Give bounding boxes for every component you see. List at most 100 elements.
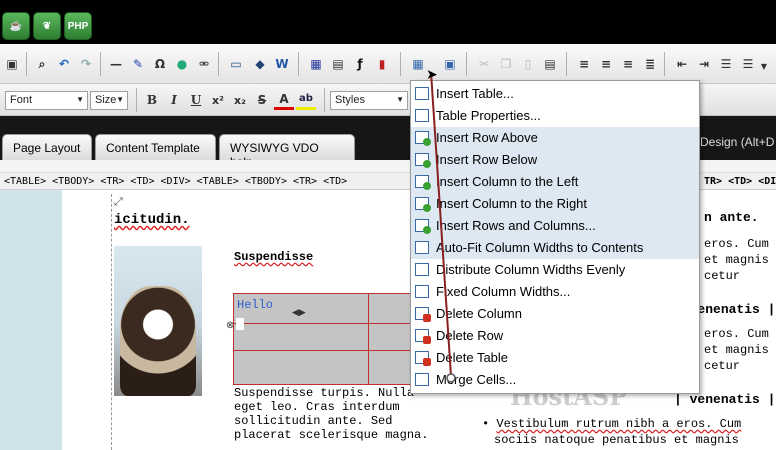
para-line: Suspendisse turpis. Nulla [234, 386, 415, 400]
chevron-down-icon: ▼ [116, 95, 124, 104]
font-color-button[interactable]: A [274, 90, 294, 110]
toolbar-row-1: ▣ ⌕ ↶ ↷ — ✎ Ω ● ⚮ ▭ ◆ W ▦ ▤ ƒ ▮ ▦ ▣ ✂ ❐ … [0, 44, 776, 84]
align-right-icon[interactable]: ≡ [618, 54, 638, 74]
para-line: eros. Cum [704, 237, 769, 251]
outdent-icon[interactable]: ⇤ [672, 54, 692, 74]
guide-line [111, 194, 112, 450]
italic-button[interactable]: I [164, 90, 184, 110]
undo-icon[interactable]: ↶ [54, 54, 74, 74]
cursor-icon: ➤ [426, 66, 438, 82]
media-icon[interactable]: ▮ [372, 54, 392, 74]
heading-right: n ante. [704, 210, 759, 225]
menu-item-label: Auto-Fit Column Widths to Contents [436, 240, 644, 255]
row-resize-icon[interactable]: ⊗ [226, 320, 234, 331]
chevron-down-icon[interactable]: ▼ [758, 56, 770, 76]
separator [218, 52, 219, 76]
font-select[interactable]: Font ▼ [5, 91, 88, 110]
bullet-list-icon[interactable]: ☰ [738, 54, 758, 74]
justify-icon[interactable]: ≣ [640, 54, 660, 74]
paragraph-right-top: eros. Cum et magnis cetur [704, 236, 769, 284]
para-line: sociis natoque penatibus et magnis [494, 433, 739, 447]
design-mode-button[interactable]: Design (Alt+D [700, 135, 776, 155]
tab-wysiwyg-help[interactable]: WYSIWYG VDO help [219, 134, 355, 169]
list-item: sociis natoque penatibus et magnis [482, 432, 741, 448]
para-line: sollicitudin ante. Sed [234, 414, 393, 428]
selected-table[interactable]: Hello [233, 293, 411, 385]
separator [324, 88, 325, 112]
design-mode-bar: Design (Alt+D [700, 130, 776, 160]
cup-icon[interactable]: ☕ [2, 12, 30, 40]
save-icon[interactable]: ▣ [2, 54, 22, 74]
list-item: • Vestibulum rutrum nibh a eros. Cum [482, 417, 742, 431]
venenatis-label-2: | venenatis | [674, 392, 776, 407]
word-paste-icon[interactable]: W [272, 54, 292, 74]
underline-button[interactable]: U [186, 90, 206, 110]
link-icon[interactable]: ● [172, 54, 192, 74]
cut-icon[interactable]: ✂ [474, 54, 494, 74]
unlink-icon[interactable]: ⚮ [194, 54, 214, 74]
strikethrough-button[interactable]: S [252, 90, 272, 110]
redo-icon[interactable]: ↷ [76, 54, 96, 74]
align-left-icon[interactable]: ≡ [574, 54, 594, 74]
indent-icon[interactable]: ⇥ [694, 54, 714, 74]
suspendisse-heading: Suspendisse [234, 250, 314, 264]
styles-select[interactable]: Styles ▼ [330, 91, 408, 110]
venenatis-text: venenatis [689, 392, 760, 407]
find-icon[interactable]: ⌕ [32, 54, 52, 74]
anchor-icon[interactable]: ◆ [250, 54, 270, 74]
size-select[interactable]: Size ▼ [90, 91, 128, 110]
venenatis-text: venenatis [689, 302, 760, 317]
document-icon[interactable]: ▤ [328, 54, 348, 74]
separator [136, 88, 137, 112]
column-resize-icon[interactable]: ◀▶ [292, 307, 306, 318]
copy-icon[interactable]: ❐ [496, 54, 516, 74]
top-bar: ☕ ❦ PHP [0, 0, 776, 44]
bold-button[interactable]: B [142, 90, 162, 110]
leaf-icon[interactable]: ❦ [33, 12, 61, 40]
paragraph-left: Suspendisse turpis. Nulla eget leo. Cras… [234, 386, 428, 442]
dog-image[interactable] [114, 246, 202, 396]
styles-select-label: Styles [335, 94, 365, 106]
php-icon[interactable]: PHP [64, 12, 92, 40]
flash-icon[interactable]: ƒ [350, 54, 370, 74]
paste-text-icon[interactable]: ▤ [540, 54, 560, 74]
paste-icon[interactable]: ▯ [518, 54, 538, 74]
highlight-color-button[interactable]: ab [296, 90, 316, 110]
ordered-list-icon[interactable]: ☰ [716, 54, 736, 74]
move-handle-icon[interactable]: ⤢ [114, 196, 123, 209]
para-line: et magnis [704, 253, 769, 267]
subscript-button[interactable]: x₂ [230, 90, 250, 110]
separator [566, 52, 567, 76]
para-line: et magnis [704, 343, 769, 357]
separator [26, 52, 27, 76]
table-column-divider [368, 294, 369, 384]
breadcrumb-end[interactable]: TR> <TD> <DIV> [704, 176, 776, 187]
para-line: eget leo. Cras interdum [234, 400, 400, 414]
tab-content-template[interactable]: Content Template [95, 134, 216, 160]
paragraph-right-bottom: • Vestibulum rutrum nibh a eros. Cum soc… [482, 416, 741, 448]
separator [298, 52, 299, 76]
size-select-label: Size [95, 94, 117, 106]
para-line: eros. Cum [704, 327, 769, 341]
table-cell[interactable]: Hello [237, 298, 273, 312]
image-icon[interactable]: ▭ [226, 54, 246, 74]
tab-page-layout[interactable]: Page Layout [2, 134, 92, 160]
date-icon[interactable]: ▦ [306, 54, 326, 74]
text-cursor [236, 318, 244, 330]
separator [100, 52, 101, 76]
dog-figure [120, 286, 196, 396]
highlight-icon[interactable]: ✎ [128, 54, 148, 74]
separator [466, 52, 467, 76]
chevron-down-icon: ▼ [76, 95, 84, 104]
superscript-button[interactable]: x² [208, 90, 228, 110]
breadcrumb-path[interactable]: <TABLE> <TBODY> <TR> <TD> <DIV> <TABLE> … [4, 176, 347, 187]
heading-fragment: icitudin. [114, 212, 190, 228]
font-select-label: Font [10, 94, 33, 106]
horizontal-rule-icon[interactable]: — [106, 54, 126, 74]
special-char-icon[interactable]: Ω [150, 54, 170, 74]
align-center-icon[interactable]: ≡ [596, 54, 616, 74]
table-row-divider [234, 350, 410, 351]
left-margin [0, 190, 62, 450]
para-line: Vestibulum rutrum nibh a eros. Cum [496, 417, 742, 431]
separator [400, 52, 401, 76]
